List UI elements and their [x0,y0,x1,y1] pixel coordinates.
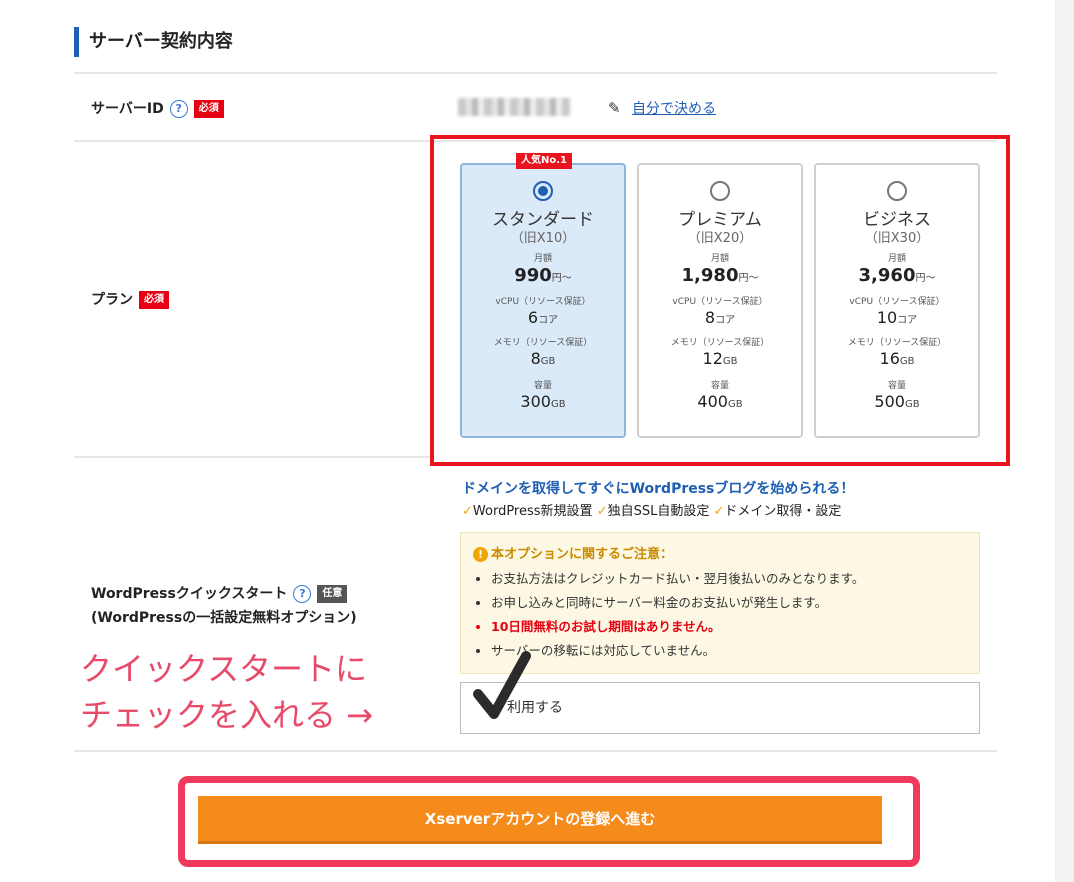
vcpu-value: 6コア [527,308,559,327]
storage-label: 容量 [710,381,729,391]
divider [74,456,430,458]
form-card: サーバー契約内容 サーバーID? 必須 ✎ 自分で決める プラン 必須 スタンダード… [0,0,1055,882]
storage-value: 500GB [874,392,920,411]
server-id-value-blurred [458,98,570,116]
wp-label-block: WordPressクイックスタート? 任意 (WordPressの一括設定無料オプ… [91,582,357,630]
plan-name: プレミアム [678,210,762,230]
vcpu-label: vCPU（リソース保証） [672,297,768,307]
plan-old-name: （旧X10） [510,231,576,246]
server-id-label: サーバーID [91,101,164,117]
plan-price: 3,960円～ [858,265,936,286]
checkmark-icon[interactable] [472,650,532,720]
plan-name: ビジネス [863,210,931,230]
plan-price: 990円～ [514,265,572,286]
optional-badge: 任意 [317,585,348,603]
memory-value: 12GB [702,349,738,368]
notice-item-emphasis: 10日間無料のお試し期間はありません。 [491,615,967,639]
vcpu-value: 10コア [876,308,918,327]
warning-icon: ! [473,547,488,562]
plan-old-name: （旧X30） [864,231,930,246]
server-id-label-row: サーバーID? 必須 [91,98,224,118]
self-define-link[interactable]: 自分で決める [632,98,716,118]
popular-badge: 人気No.1 [516,153,572,169]
plan-old-name: （旧X20） [687,231,753,246]
monthly-label: 月額 [533,254,552,264]
help-icon[interactable]: ? [293,585,312,603]
radio-unselected-icon[interactable] [887,181,907,201]
plan-price: 1,980円～ [681,265,759,286]
storage-value: 300GB [520,392,566,411]
wp-features: ✓WordPress新規設置 ✓独自SSL自動設定 ✓ドメイン取得・設定 [462,504,842,519]
plan-option-business[interactable]: ビジネス （旧X30） 月額 3,960円～ vCPU（リソース保証） 10コア… [814,163,980,438]
wp-sublabel: (WordPressの一括設定無料オプション) [91,610,357,626]
radio-unselected-icon[interactable] [710,181,730,201]
check-icon: ✓ [713,504,725,519]
memory-label: メモリ（リソース保証） [670,338,770,348]
section-title: サーバー契約内容 [74,27,233,57]
memory-label: メモリ（リソース保証） [847,338,947,348]
storage-label: 容量 [533,381,552,391]
register-xserver-account-button[interactable]: Xserverアカウントの登録へ進む [198,796,882,844]
plan-name: スタンダード [492,210,594,230]
required-badge: 必須 [193,100,224,118]
divider [74,72,997,74]
radio-selected-icon[interactable] [533,181,553,201]
vcpu-value: 8コア [704,308,736,327]
wp-headline: ドメインを取得してすぐにWordPressブログを始められる！ [462,481,855,497]
monthly-label: 月額 [710,254,729,264]
option-notice: !本オプションに関するご注意： お支払方法はクレジットカード払い・翌月後払いのみ… [460,532,980,674]
help-icon[interactable]: ? [169,100,188,118]
wp-label: WordPressクイックスタート [91,586,288,602]
required-badge: 必須 [139,291,169,309]
notice-item: お申し込みと同時にサーバー料金のお支払いが発生します。 [491,591,967,615]
monthly-label: 月額 [887,254,906,264]
notice-item: サーバーの移転には対応していません。 [491,639,967,663]
memory-value: 8GB [530,349,556,368]
pencil-icon: ✎ [608,99,621,117]
memory-label: メモリ（リソース保証） [493,338,593,348]
storage-label: 容量 [887,381,906,391]
memory-value: 16GB [879,349,915,368]
check-icon: ✓ [596,504,608,519]
plan-option-standard[interactable]: スタンダード （旧X10） 月額 990円～ vCPU（リソース保証） 6コア … [460,163,626,438]
annotation-note: クイックスタートに チェックを入れる → [80,650,373,734]
notice-title-row: ! 本オプションに関するご注意： [473,545,967,565]
vcpu-label: vCPU（リソース保証） [849,297,945,307]
plan-option-premium[interactable]: プレミアム （旧X20） 月額 1,980円～ vCPU（リソース保証） 8コア… [637,163,803,438]
vcpu-label: vCPU（リソース保証） [495,297,591,307]
plan-label: プラン [91,292,133,308]
notice-list: お支払方法はクレジットカード払い・翌月後払いのみとなります。 お申し込みと同時に… [473,567,967,663]
notice-item: お支払方法はクレジットカード払い・翌月後払いのみとなります。 [491,567,967,591]
plan-label-row: プラン 必須 [91,289,169,309]
check-icon: ✓ [462,504,473,519]
storage-value: 400GB [697,392,743,411]
divider [74,750,997,752]
